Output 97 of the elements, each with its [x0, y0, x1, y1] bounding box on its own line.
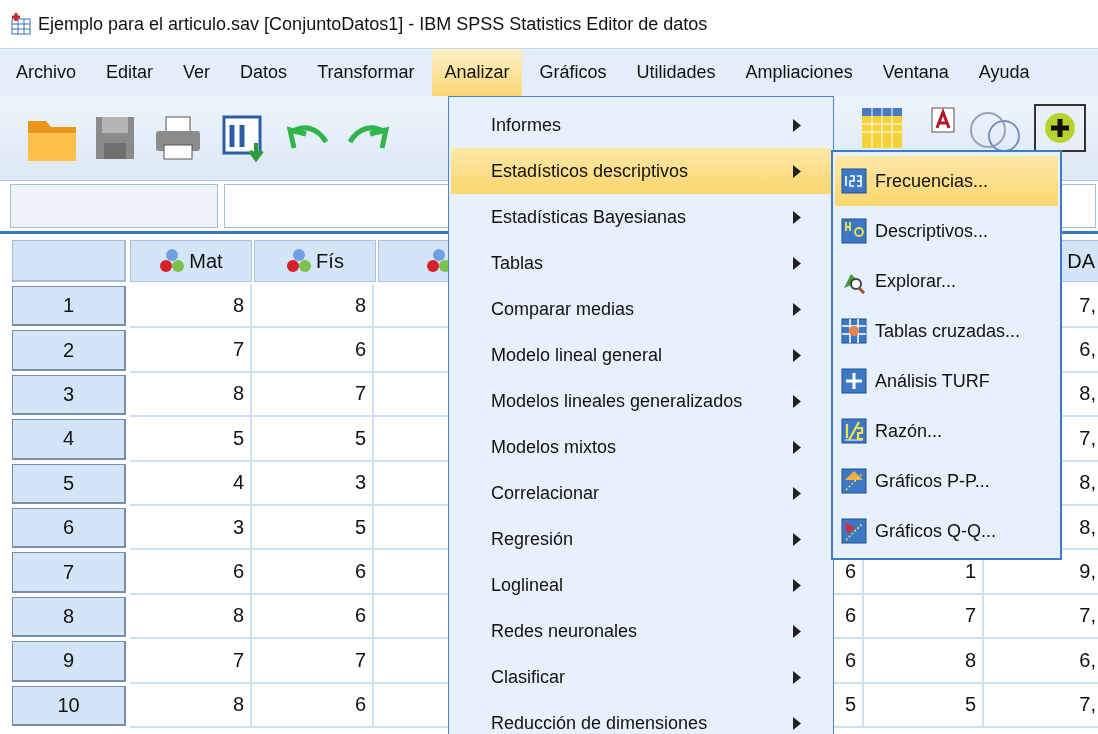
scatter-chart-icon: [841, 518, 867, 544]
menu-item[interactable]: Tablas cruzadas...: [835, 306, 1058, 356]
table-icon[interactable]: [860, 106, 904, 150]
submenu-arrow-icon: [793, 394, 801, 408]
table-cell: 4: [130, 461, 252, 506]
table-cell: 6: [130, 550, 252, 595]
submenu-arrow-icon: [793, 210, 801, 224]
numbers-icon: [841, 168, 867, 194]
menu-item[interactable]: Ventana: [870, 49, 961, 96]
submenu-arrow-icon: [793, 716, 801, 730]
menu-item[interactable]: Frecuencias...: [835, 156, 1058, 206]
table-cell: 5: [130, 417, 252, 462]
submenu-arrow-icon: [793, 670, 801, 684]
menu-item[interactable]: Ver: [171, 49, 223, 96]
submenu-arrow-icon: [793, 486, 801, 500]
crosstab-icon: [841, 318, 867, 344]
menu-item[interactable]: Gráficos: [527, 49, 619, 96]
column-name: Mat: [189, 249, 223, 273]
column-name: DA: [1067, 249, 1095, 273]
table-cell: 5: [252, 417, 374, 462]
menu-item[interactable]: Tablas: [451, 240, 831, 286]
menu-item[interactable]: Editar: [94, 49, 166, 96]
row-number[interactable]: 6: [12, 507, 126, 549]
table-cell: 7,: [984, 683, 1098, 728]
menu-item[interactable]: Correlacionar: [451, 470, 831, 516]
table-cell: 5: [864, 683, 984, 728]
row-number[interactable]: 3: [12, 374, 126, 416]
add-button[interactable]: [1034, 104, 1086, 152]
plus-icon: [841, 368, 867, 394]
menu-item[interactable]: Informes: [451, 102, 831, 148]
table-cell: 8: [130, 683, 252, 728]
menu-item[interactable]: Explorar...: [835, 256, 1058, 306]
table-cell: 8: [130, 594, 252, 640]
table-cell: 7: [864, 594, 984, 640]
submenu-arrow-icon: [793, 532, 801, 546]
table-cell: 7: [252, 639, 374, 684]
column-name: Fís: [316, 249, 344, 273]
row-number[interactable]: 9: [12, 641, 126, 682]
menu-item[interactable]: Análisis TURF: [835, 356, 1058, 406]
table-cell: 7: [130, 639, 252, 684]
menu-item[interactable]: Estadísticas Bayesianas: [451, 194, 831, 240]
submenu-arrow-icon: [793, 348, 801, 362]
menu-item[interactable]: Archivo: [4, 49, 89, 96]
row-number[interactable]: 4: [12, 419, 126, 460]
submenu-arrow-icon: [793, 578, 801, 592]
submenu-arrow-icon: [793, 440, 801, 454]
table-cell: 8: [252, 284, 374, 329]
column-header[interactable]: Fís: [254, 240, 376, 282]
table-cell: 3: [130, 505, 252, 551]
menu-item[interactable]: Comparar medias: [451, 286, 831, 332]
table-cell: 7,: [984, 594, 1098, 640]
menu-item[interactable]: Descriptivos...: [835, 206, 1058, 256]
menu-item[interactable]: Razón...: [835, 406, 1058, 456]
row-number[interactable]: 10: [12, 685, 126, 726]
table-cell: 7: [252, 372, 374, 418]
table-cell: 8: [864, 639, 984, 684]
scale-variable-icon: [286, 248, 313, 274]
row-number[interactable]: 2: [12, 330, 126, 371]
menu-item[interactable]: Ayuda: [966, 49, 1042, 96]
table-cell: 8: [130, 284, 252, 329]
menu-item[interactable]: Analizar: [432, 49, 522, 96]
table-cell: 8: [130, 372, 252, 418]
app-icon: [10, 13, 32, 35]
menu-item[interactable]: Modelo lineal general: [451, 332, 831, 378]
menu-item[interactable]: Ampliaciones: [733, 49, 865, 96]
row-number[interactable]: 1: [12, 286, 126, 327]
table-cell: 6: [252, 594, 374, 640]
column-header[interactable]: Mat: [130, 240, 252, 282]
table-cell: 6: [252, 328, 374, 373]
table-cell: 6: [252, 550, 374, 595]
submenu-arrow-icon: [793, 256, 801, 270]
menu-item[interactable]: Utilidades: [624, 49, 728, 96]
table-cell: 3: [252, 461, 374, 506]
table-cell: 5: [252, 505, 374, 551]
scatter-chart-icon: [841, 468, 867, 494]
menu-item[interactable]: Datos: [228, 49, 300, 96]
menu-item[interactable]: Transformar: [305, 49, 427, 96]
scale-variable-icon: [159, 248, 186, 274]
window-title: Ejemplo para el articulo.sav [ConjuntoDatos1] - IBM SPSS Statistics Editor de datos: [38, 13, 708, 35]
row-number[interactable]: 5: [12, 463, 126, 504]
row-number[interactable]: 8: [12, 596, 126, 638]
table-cell: 6: [252, 683, 374, 728]
menu-item[interactable]: Estadísticos descriptivos: [451, 148, 831, 194]
menu-item[interactable]: Modelos mixtos: [451, 424, 831, 470]
table-cell: 7: [130, 328, 252, 373]
cell-name-field[interactable]: [10, 184, 218, 228]
table-cell: 6,: [984, 639, 1098, 684]
plus-icon: [1043, 111, 1077, 145]
menu-item[interactable]: Gráficos P-P...: [835, 456, 1058, 506]
submenu-arrow-icon: [793, 164, 801, 178]
fraction-icon: [841, 418, 867, 444]
menu-item[interactable]: Modelos lineales generalizados: [451, 378, 831, 424]
submenu-arrow-icon: [793, 118, 801, 132]
row-number[interactable]: 7: [12, 552, 126, 593]
submenu-arrow-icon: [793, 624, 801, 638]
submenu-arrow-icon: [793, 302, 801, 316]
mu-sigma-icon: [841, 218, 867, 244]
